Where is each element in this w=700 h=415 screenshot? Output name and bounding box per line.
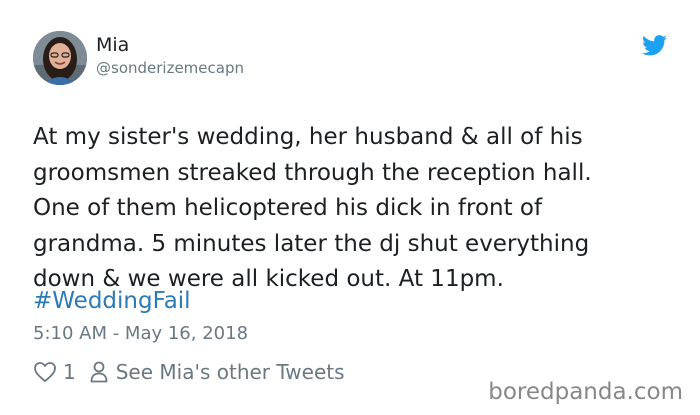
tweet-timestamp[interactable]: 5:10 AM - May 16, 2018 xyxy=(33,322,248,346)
person-icon xyxy=(90,361,108,383)
heart-icon[interactable] xyxy=(33,361,57,383)
twitter-bird-icon[interactable] xyxy=(642,35,667,56)
like-count: 1 xyxy=(63,360,76,384)
author-handle[interactable]: @sonderizemecapn xyxy=(96,59,244,77)
hashtag-link[interactable]: #WeddingFail xyxy=(33,284,191,319)
watermark: boredpanda.com xyxy=(488,379,683,405)
avatar-image xyxy=(33,31,87,85)
tweet-text: At my sister's wedding, her husband & al… xyxy=(33,124,592,292)
author-display-name[interactable]: Mia xyxy=(96,33,129,57)
tweet-card: Mia @sonderizemecapn At my sister's wedd… xyxy=(0,0,700,415)
avatar[interactable] xyxy=(33,31,87,85)
tweet-actions: 1 See Mia's other Tweets xyxy=(33,358,345,386)
see-other-tweets-link[interactable]: See Mia's other Tweets xyxy=(116,360,345,384)
